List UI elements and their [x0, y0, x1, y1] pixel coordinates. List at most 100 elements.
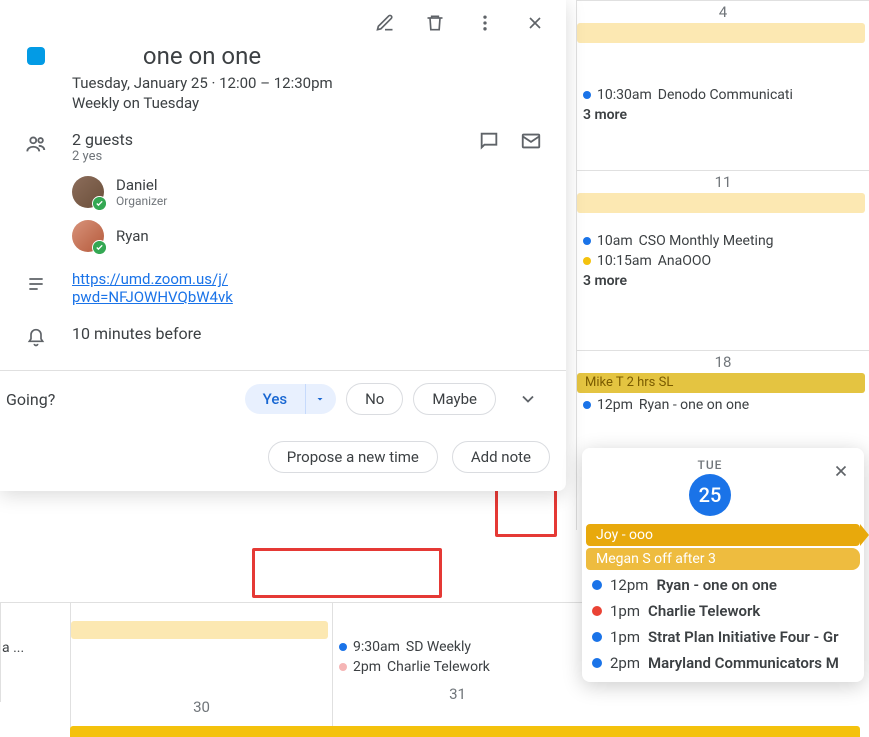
- bottom-allday-strip: [70, 726, 860, 737]
- guest-role: Organizer: [116, 194, 167, 208]
- date-31: 31: [333, 683, 582, 703]
- date-30: 30: [71, 696, 332, 716]
- agenda-event[interactable]: 1pmStrat Plan Initiative Four - Gr: [582, 624, 864, 650]
- allday-mike[interactable]: Mike T 2 hrs SL: [577, 373, 865, 393]
- bell-icon: [24, 326, 48, 350]
- agenda-event-time: 2pm: [610, 654, 640, 672]
- edit-icon[interactable]: [374, 12, 396, 34]
- zoom-link-pwd[interactable]: pwd=NFJOWHVQbW4vk: [72, 288, 233, 306]
- event-dot: [583, 237, 591, 245]
- event-sd-weekly[interactable]: 9:30am SD Weekly: [333, 637, 582, 657]
- rsvp-maybe-button[interactable]: Maybe: [413, 383, 496, 415]
- event-charlie-telework-bg[interactable]: 2pm Charlie Telework: [333, 657, 582, 677]
- day-number-circle[interactable]: 25: [689, 474, 731, 516]
- guest-name: Daniel: [116, 176, 167, 194]
- add-note-button[interactable]: Add note: [452, 441, 550, 473]
- event-header-row: one on one Tuesday, January 25 · 12:00 –…: [24, 42, 542, 112]
- event-time: 12pm: [597, 397, 633, 413]
- guest-count: 2 guests: [72, 130, 133, 149]
- event-title-text: Ryan - one on one: [639, 397, 749, 413]
- grid-cell-d11[interactable]: 11 10am CSO Monthly Meeting 10:15am AnaO…: [576, 170, 869, 350]
- date-4: 4: [577, 1, 869, 21]
- overflow-menu-icon[interactable]: [474, 12, 496, 34]
- agenda-event-title: Strat Plan Initiative Four - Gr: [648, 628, 839, 646]
- event-title: one on one: [72, 42, 332, 70]
- more-link[interactable]: 3 more: [577, 271, 869, 291]
- date-11: 11: [577, 171, 869, 191]
- close-icon[interactable]: [828, 458, 854, 484]
- allday-bar: [71, 621, 328, 639]
- guests-row: 2 guests 2 yes: [24, 130, 542, 252]
- rsvp-yes-dropdown-arrow[interactable]: [306, 384, 336, 414]
- event-dot: [592, 658, 602, 668]
- agenda-event[interactable]: 12pm Ryan - one on one: [582, 572, 864, 598]
- rsvp-yes-split-button[interactable]: Yes: [245, 384, 336, 414]
- day-agenda-popup: TUE 25 Joy - ooo Megan S off after 3 12p…: [582, 448, 864, 682]
- rsvp-check-icon: [92, 240, 107, 255]
- email-icon[interactable]: [520, 130, 542, 152]
- event-title-text: CSO Monthly Meeting: [639, 233, 774, 249]
- event-title-text: Denodo Communicati: [658, 87, 793, 103]
- event-dot: [592, 580, 602, 590]
- event-color-square: [27, 47, 45, 65]
- event-time: 10:30am: [597, 87, 652, 103]
- grid-cell-31-mon[interactable]: 9:30am SD Weekly 2pm Charlie Telework 31: [332, 602, 582, 737]
- agenda-event-time: 1pm: [610, 602, 640, 620]
- event-cso[interactable]: 10am CSO Monthly Meeting: [577, 231, 869, 251]
- grid-cell-d4[interactable]: 4 10:30am Denodo Communicati 3 more: [576, 0, 869, 170]
- rsvp-expand-chevron[interactable]: [506, 381, 550, 417]
- rsvp-no-button[interactable]: No: [346, 383, 403, 415]
- guest-name: Ryan: [116, 227, 149, 245]
- agenda-event[interactable]: 2pm Maryland Communicators M: [582, 650, 864, 676]
- people-icon: [24, 132, 48, 156]
- event-ryan-11[interactable]: 12pm Ryan - one on one: [577, 395, 869, 415]
- reminder-row: 10 minutes before: [24, 324, 542, 350]
- event-time: 10am: [597, 233, 633, 249]
- allday-bar: [577, 23, 865, 43]
- rsvp-yes-button[interactable]: Yes: [245, 384, 306, 414]
- zoom-link[interactable]: https://umd.zoom.us/j/: [72, 270, 228, 288]
- event-title-text: AnaOOO: [658, 253, 711, 269]
- event-recurrence: Weekly on Tuesday: [72, 94, 542, 112]
- event-dot: [592, 606, 602, 616]
- rsvp-check-icon: [92, 196, 107, 211]
- description-row: https://umd.zoom.us/j/ pwd=NFJOWHVQbW4vk: [24, 270, 542, 306]
- rsvp-extra-row: Propose a new time Add note: [0, 427, 566, 491]
- event-dot: [583, 257, 591, 265]
- agenda-allday-megan[interactable]: Megan S off after 3: [586, 548, 860, 570]
- event-details-card: one on one Tuesday, January 25 · 12:00 –…: [0, 0, 566, 491]
- event-denodo[interactable]: 10:30am Denodo Communicati: [577, 85, 869, 105]
- propose-new-time-button[interactable]: Propose a new time: [268, 441, 438, 473]
- event-dot: [592, 632, 602, 642]
- close-icon[interactable]: [524, 12, 546, 34]
- guest-item-ryan[interactable]: Ryan: [72, 220, 542, 252]
- more-link[interactable]: 3 more: [577, 105, 869, 125]
- agenda-event-title: Maryland Communicators M: [648, 654, 839, 672]
- event-dot: [583, 401, 591, 409]
- truncated-text: a ...: [2, 640, 24, 656]
- reminder-text: 10 minutes before: [72, 324, 542, 343]
- event-anaooo[interactable]: 10:15am AnaOOO: [577, 251, 869, 271]
- day-of-week: TUE: [592, 458, 828, 472]
- delete-icon[interactable]: [424, 12, 446, 34]
- rsvp-bar: Going? Yes No Maybe: [0, 370, 566, 427]
- notes-icon: [24, 272, 48, 296]
- avatar: [72, 176, 104, 208]
- grid-cell-30[interactable]: 30: [70, 602, 332, 737]
- agenda-event[interactable]: 1pm Charlie Telework: [582, 598, 864, 624]
- event-dot: [339, 663, 347, 671]
- guest-item-daniel[interactable]: Daniel Organizer: [72, 176, 542, 208]
- agenda-allday-joy[interactable]: Joy - ooo: [586, 524, 860, 546]
- agenda-event-title: Ryan - one on one: [656, 576, 776, 594]
- allday-bar: [577, 193, 865, 213]
- event-dot: [583, 91, 591, 99]
- agenda-event-title: Charlie Telework: [648, 602, 760, 620]
- event-time: 10:15am: [597, 253, 652, 269]
- chat-icon[interactable]: [478, 130, 500, 152]
- event-datetime: Tuesday, January 25 · 12:00 – 12:30pm: [72, 74, 542, 92]
- going-label: Going?: [0, 390, 55, 409]
- avatar: [72, 220, 104, 252]
- date-18: 18: [577, 351, 869, 371]
- agenda-event-time: 12pm: [610, 576, 648, 594]
- guest-yes-count: 2 yes: [72, 149, 133, 164]
